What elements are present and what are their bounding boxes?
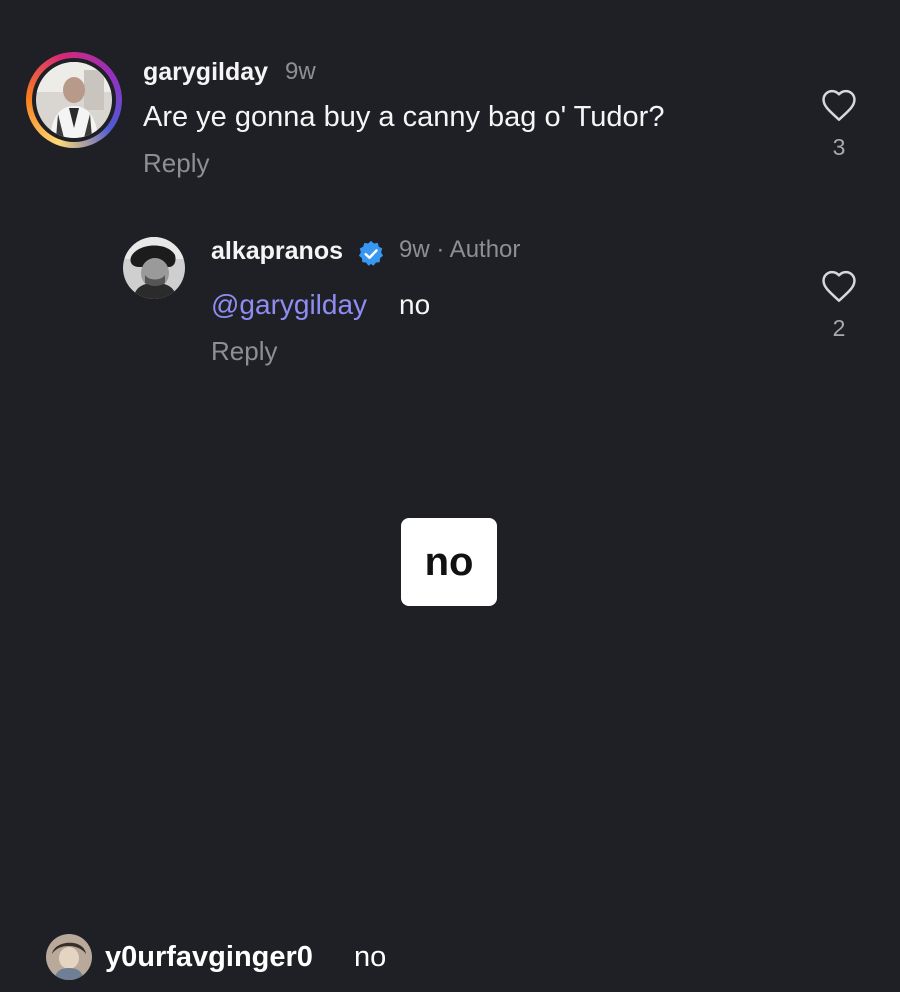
reply-button[interactable]: Reply bbox=[211, 336, 277, 367]
avatar-garygilday[interactable] bbox=[36, 62, 112, 138]
avatar-alkapranos[interactable] bbox=[123, 237, 185, 299]
reply-button[interactable]: Reply bbox=[143, 148, 209, 179]
verified-badge-icon bbox=[356, 239, 386, 269]
heart-outline-icon[interactable] bbox=[820, 269, 858, 303]
comment-username[interactable]: alkapranos bbox=[211, 237, 343, 266]
comment-timestamp: 9w · Author bbox=[399, 236, 521, 263]
text-sticker: no bbox=[401, 518, 497, 606]
comment-timestamp: 9w bbox=[285, 58, 316, 85]
comment-text: no bbox=[399, 289, 431, 320]
mention-link[interactable]: @garygilday bbox=[211, 289, 367, 321]
heart-outline-icon[interactable] bbox=[820, 88, 858, 122]
like-count: 3 bbox=[832, 134, 846, 160]
comment-username[interactable]: garygilday bbox=[143, 58, 268, 87]
viewer-username[interactable]: y0urfavginger0 bbox=[105, 941, 313, 974]
like-count: 2 bbox=[832, 315, 846, 341]
viewer-comment-text: no bbox=[354, 941, 387, 973]
avatar-viewer[interactable] bbox=[46, 934, 92, 980]
comment-text: Are ye gonna buy a canny bag o' Tudor? bbox=[143, 101, 665, 133]
